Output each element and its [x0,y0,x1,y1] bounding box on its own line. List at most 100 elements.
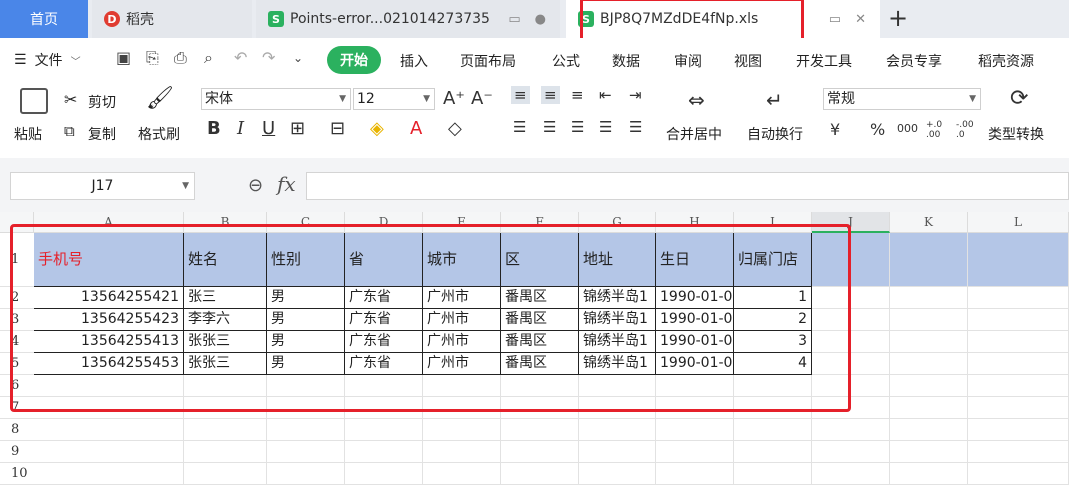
copy-button[interactable]: 复制 [88,124,116,144]
empty-cell[interactable] [267,375,345,397]
number-format-select[interactable]: 常规 ▼ [823,88,981,110]
table-cell[interactable]: 1990-01-0 [656,309,734,331]
fill-color-icon[interactable]: ◈ [370,118,384,139]
column-header-f[interactable]: F [501,212,579,233]
empty-cell[interactable] [812,233,890,287]
row-header-5[interactable]: 5 [0,353,34,375]
align-middle-icon[interactable]: ≡ [541,86,560,104]
empty-cell[interactable] [656,397,734,419]
select-all-corner[interactable] [0,212,34,233]
table-cell[interactable]: 锦绣半岛1 [579,353,656,375]
empty-cell[interactable] [968,375,1069,397]
menu-formula[interactable]: 公式 [552,51,580,71]
empty-cell[interactable] [184,419,267,441]
more-icon[interactable]: ⌄ [293,51,303,65]
column-header-e[interactable]: E [423,212,501,233]
print-preview-icon[interactable]: ⌕ [204,48,213,68]
empty-cell[interactable] [579,375,656,397]
table-cell[interactable]: 男 [267,331,345,353]
empty-cell[interactable] [968,441,1069,463]
menu-start[interactable]: 开始 [327,46,381,74]
zoom-icon[interactable]: ⊖ [248,175,263,196]
menu-insert[interactable]: 插入 [400,51,428,71]
column-header-h[interactable]: H [656,212,734,233]
table-cell[interactable]: 广东省 [345,331,423,353]
column-header-k[interactable]: K [890,212,968,233]
align-left-icon[interactable]: ☰ [513,118,526,136]
empty-cell[interactable] [968,287,1069,309]
fx-icon[interactable]: fx [277,172,296,196]
empty-cell[interactable] [812,287,890,309]
table-cell[interactable]: 4 [734,353,812,375]
table-cell[interactable]: 男 [267,353,345,375]
decrease-font-icon[interactable]: A⁻ [471,88,493,109]
table-cell[interactable]: 1990-01-0 [656,331,734,353]
empty-cell[interactable] [345,375,423,397]
row-header-3[interactable]: 3 [0,309,34,331]
row-header-7[interactable]: 7 [0,397,34,419]
empty-cell[interactable] [579,441,656,463]
empty-cell[interactable] [734,419,812,441]
table-cell[interactable]: 番禺区 [501,309,579,331]
paste-icon[interactable] [20,88,48,114]
increase-decimal-button[interactable]: +.0 .00 [926,120,950,140]
empty-cell[interactable] [501,419,579,441]
empty-cell[interactable] [968,353,1069,375]
empty-cell[interactable] [812,309,890,331]
empty-cell[interactable] [734,441,812,463]
align-bottom-icon[interactable]: ≡ [571,86,584,104]
empty-cell[interactable] [890,331,968,353]
empty-cell[interactable] [501,441,579,463]
empty-cell[interactable] [34,441,184,463]
table-cell[interactable]: 张三 [184,287,267,309]
empty-cell[interactable] [734,463,812,485]
empty-cell[interactable] [34,397,184,419]
font-size-select[interactable]: 12 ▼ [353,88,435,110]
empty-cell[interactable] [968,397,1069,419]
empty-cell[interactable] [890,353,968,375]
italic-icon[interactable]: I [237,118,244,139]
border-icon[interactable]: ⊞ [290,118,305,139]
column-header-i[interactable]: I [734,212,812,233]
empty-cell[interactable] [184,375,267,397]
empty-cell[interactable] [890,441,968,463]
column-header-c[interactable]: C [267,212,345,233]
header-cell[interactable]: 归属门店 [734,233,812,287]
empty-cell[interactable] [890,397,968,419]
empty-cell[interactable] [501,397,579,419]
table-cell[interactable]: 男 [267,287,345,309]
align-right-icon[interactable]: ☰ [571,118,584,136]
header-cell[interactable]: 姓名 [184,233,267,287]
dot-icon[interactable]: ● [535,12,546,27]
column-header-l[interactable]: L [968,212,1069,233]
row-header-2[interactable]: 2 [0,287,34,309]
table-cell[interactable]: 锦绣半岛1 [579,309,656,331]
menu-docer-resources[interactable]: 稻壳资源 [978,51,1034,71]
table-cell[interactable]: 广州市 [423,353,501,375]
row-header-6[interactable]: 6 [0,375,34,397]
column-header-g[interactable]: G [579,212,656,233]
table-cell[interactable]: 张张三 [184,331,267,353]
empty-cell[interactable] [501,375,579,397]
empty-cell[interactable] [968,419,1069,441]
justify-icon[interactable]: ☰ [599,118,612,136]
table-cell[interactable]: 番禺区 [501,287,579,309]
table-cell[interactable]: 13564255453 [34,353,184,375]
empty-cell[interactable] [579,397,656,419]
empty-cell[interactable] [579,463,656,485]
empty-cell[interactable] [34,419,184,441]
empty-cell[interactable] [184,397,267,419]
currency-button[interactable]: ¥ [830,120,840,139]
empty-cell[interactable] [579,419,656,441]
indent-increase-icon[interactable]: ⇥ [629,86,642,104]
table-cell[interactable]: 锦绣半岛1 [579,331,656,353]
table-cell[interactable]: 13564255413 [34,331,184,353]
empty-cell[interactable] [184,463,267,485]
tab-docer[interactable]: D 稻壳 [92,0,252,38]
print-icon[interactable]: ⎙ [174,48,187,68]
decrease-decimal-button[interactable]: -.00 .0 [956,120,980,140]
table-cell[interactable]: 番禺区 [501,331,579,353]
empty-cell[interactable] [656,441,734,463]
empty-cell[interactable] [34,375,184,397]
empty-cell[interactable] [890,463,968,485]
